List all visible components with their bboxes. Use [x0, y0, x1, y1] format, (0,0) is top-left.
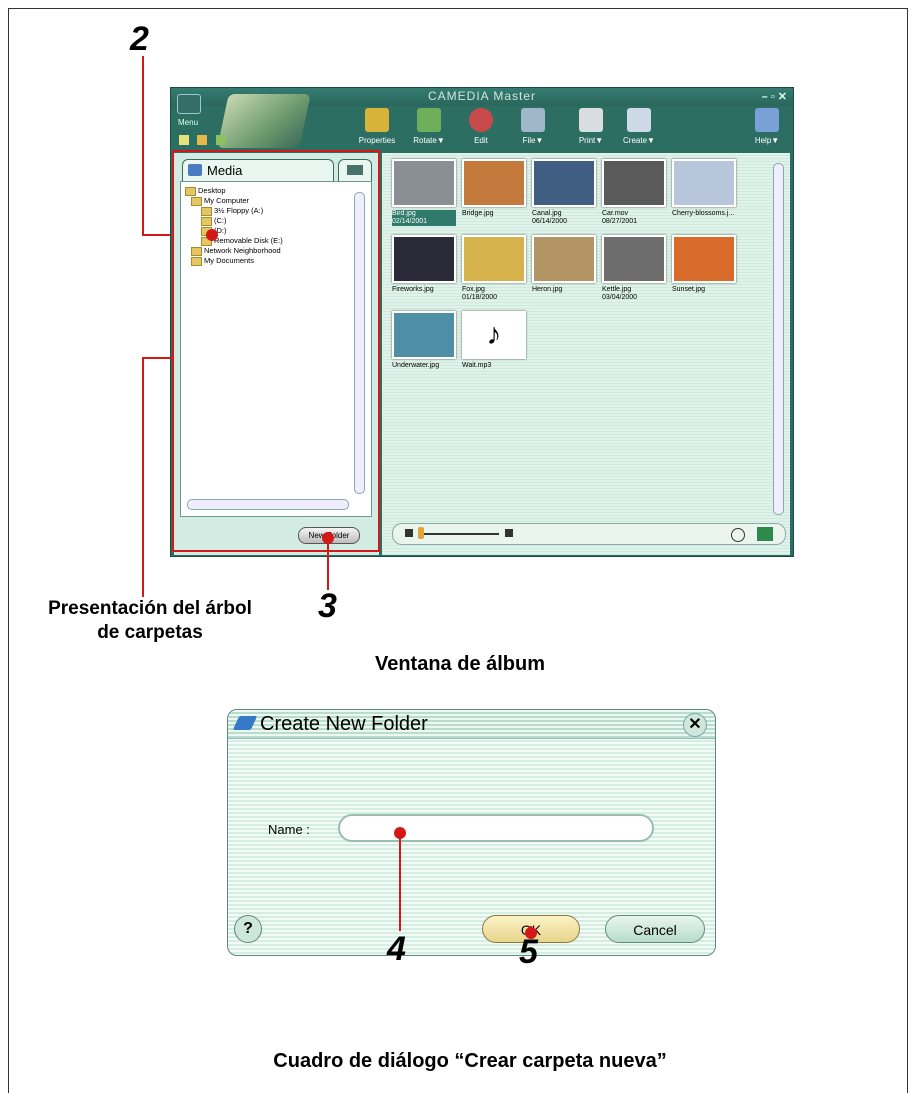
thumbnail-image	[532, 235, 596, 283]
dialog-caption: Cuadro de diálogo “Crear carpeta nueva”	[273, 1050, 667, 1072]
sort-order-icon[interactable]	[731, 528, 745, 542]
thumbnail-name: Kettle.jpg	[602, 286, 632, 293]
tree-caption-line2: de carpetas	[97, 622, 203, 643]
edit-icon	[469, 108, 493, 132]
music-note-icon: ♪	[462, 311, 526, 359]
thumbnail[interactable]: Bird.jpg 02/14/2001	[392, 159, 456, 226]
thumbnail[interactable]: Fox.jpg 01/18/2000	[462, 235, 526, 302]
zoom-slider[interactable]	[419, 533, 499, 535]
toolbar-properties[interactable]: Properties	[355, 108, 399, 150]
thumbnail[interactable]: Car.mov 08/27/2001	[602, 159, 666, 226]
dialog-title-bar: Create New Folder ✕	[228, 710, 715, 739]
thumbnail-name: Canal.jpg	[532, 210, 562, 217]
callout-5: 5	[519, 933, 538, 971]
toolbar-print[interactable]: Print▼	[569, 108, 613, 150]
toolbar-rotate[interactable]: Rotate▼	[407, 108, 451, 150]
thumbnail-name: Sunset.jpg	[672, 286, 706, 293]
album-view-icon[interactable]	[215, 135, 226, 145]
thumbnail-name: Bird.jpg	[392, 210, 416, 217]
thumbnail[interactable]: Sunset.jpg	[672, 235, 736, 294]
thumbnail-name: Bridge.jpg	[462, 210, 494, 217]
timeline-view-icon[interactable]	[197, 135, 208, 145]
thumbnail[interactable]: ♪ Wait.mp3	[462, 311, 526, 370]
thumbnail-image	[602, 159, 666, 207]
tree-highlight-box	[172, 150, 380, 552]
thumbnail-image	[392, 311, 456, 359]
thumbnail-pane: Bird.jpg 02/14/2001 Bridge.jpg Canal.jpg 0…	[382, 153, 790, 555]
thumbnail[interactable]: Kettle.jpg 03/04/2000	[602, 235, 666, 302]
thumbnail-image	[462, 235, 526, 283]
toolbar-label: Rotate▼	[413, 136, 445, 145]
thumbnail-date: 08/27/2001	[602, 218, 638, 225]
thumbnail[interactable]: Bridge.jpg	[462, 159, 526, 218]
thumbnail-vertical-scrollbar[interactable]	[773, 163, 784, 515]
tree-caption-line1: Presentación del árbol	[48, 598, 252, 619]
zoom-bar	[392, 523, 786, 545]
thumbnail-name: Fox.jpg	[462, 286, 485, 293]
thumbnail[interactable]: Cherry-blossoms.j...	[672, 159, 736, 218]
file-icon	[521, 108, 545, 132]
thumbnail-name: Fireworks.jpg	[392, 286, 434, 293]
sort-type-icon[interactable]	[757, 527, 773, 541]
toolbar-help[interactable]: Help▼	[745, 108, 789, 150]
callout-2-marker	[206, 229, 218, 241]
toolbar-label: Properties	[358, 136, 396, 145]
cancel-button[interactable]: Cancel	[605, 915, 705, 943]
callout-2-line	[142, 56, 144, 236]
zoom-slider-handle[interactable]	[418, 527, 424, 539]
close-icon[interactable]: ✕	[683, 713, 707, 737]
callout-3: 3	[318, 587, 337, 625]
thumbnail-image	[672, 235, 736, 283]
thumbnail-image	[462, 159, 526, 207]
help-icon	[755, 108, 779, 132]
help-button[interactable]: ?	[234, 915, 262, 943]
thumbnail-image	[672, 159, 736, 207]
tree-caption-line-h	[142, 357, 172, 359]
toolbar-label: File▼	[522, 136, 544, 145]
thumbnail-name: Car.mov	[602, 210, 629, 217]
thumbnail-name: Wait.mp3	[462, 362, 492, 369]
thumbnail-image	[602, 235, 666, 283]
thumbnail-image	[532, 159, 596, 207]
thumbnail-date: 02/14/2001	[392, 218, 428, 225]
thumbnail-image	[392, 235, 456, 283]
folder-name-input[interactable]	[338, 814, 654, 842]
create-icon	[627, 108, 651, 132]
thumbnail-date: 01/18/2000	[462, 294, 498, 301]
folder-pen-icon	[232, 716, 258, 730]
view-mode-icons[interactable]	[179, 132, 239, 146]
toolbar-label: Help▼	[754, 136, 780, 145]
album-window-caption: Ventana de álbum	[374, 653, 546, 675]
callout-2: 2	[130, 20, 149, 58]
small-thumbs-icon[interactable]	[405, 529, 413, 537]
callout-3-line	[327, 538, 329, 590]
thumbnail-date: 06/14/2000	[532, 218, 568, 225]
tree-caption-line	[142, 357, 144, 597]
callout-4: 4	[387, 930, 406, 968]
properties-icon	[365, 108, 389, 132]
thumbnail-name: Heron.jpg	[532, 286, 563, 293]
name-label: Name :	[268, 822, 310, 837]
thumbnail-date: 03/04/2000	[602, 294, 638, 301]
rotate-icon	[417, 108, 441, 132]
thumbnail-image	[392, 159, 456, 207]
large-thumbs-icon[interactable]	[505, 529, 513, 537]
thumbnail-name: Underwater.jpg	[392, 362, 440, 369]
thumbnail[interactable]: Fireworks.jpg	[392, 235, 456, 294]
toolbar-edit[interactable]: Edit	[459, 108, 503, 150]
window-controls[interactable]: – ▫ ✕	[762, 90, 787, 103]
toolbar-label: Create▼	[623, 136, 655, 145]
toolbar-file[interactable]: File▼	[511, 108, 555, 150]
thumbnail[interactable]: Canal.jpg 06/14/2000	[532, 159, 596, 226]
grid-view-icon[interactable]	[179, 135, 189, 145]
callout-4-line	[399, 835, 401, 931]
print-icon	[579, 108, 603, 132]
thumbnail[interactable]: Heron.jpg	[532, 235, 596, 294]
toolbar-label: Edit	[474, 136, 488, 145]
dialog-title: Create New Folder	[260, 713, 428, 735]
create-folder-dialog: Create New Folder ✕ Name : ? OK Cancel	[227, 709, 716, 956]
thumbnail-name: Cherry-blossoms.j...	[672, 210, 735, 217]
toolbar-create[interactable]: Create▼	[617, 108, 661, 150]
thumbnail[interactable]: Underwater.jpg	[392, 311, 456, 370]
